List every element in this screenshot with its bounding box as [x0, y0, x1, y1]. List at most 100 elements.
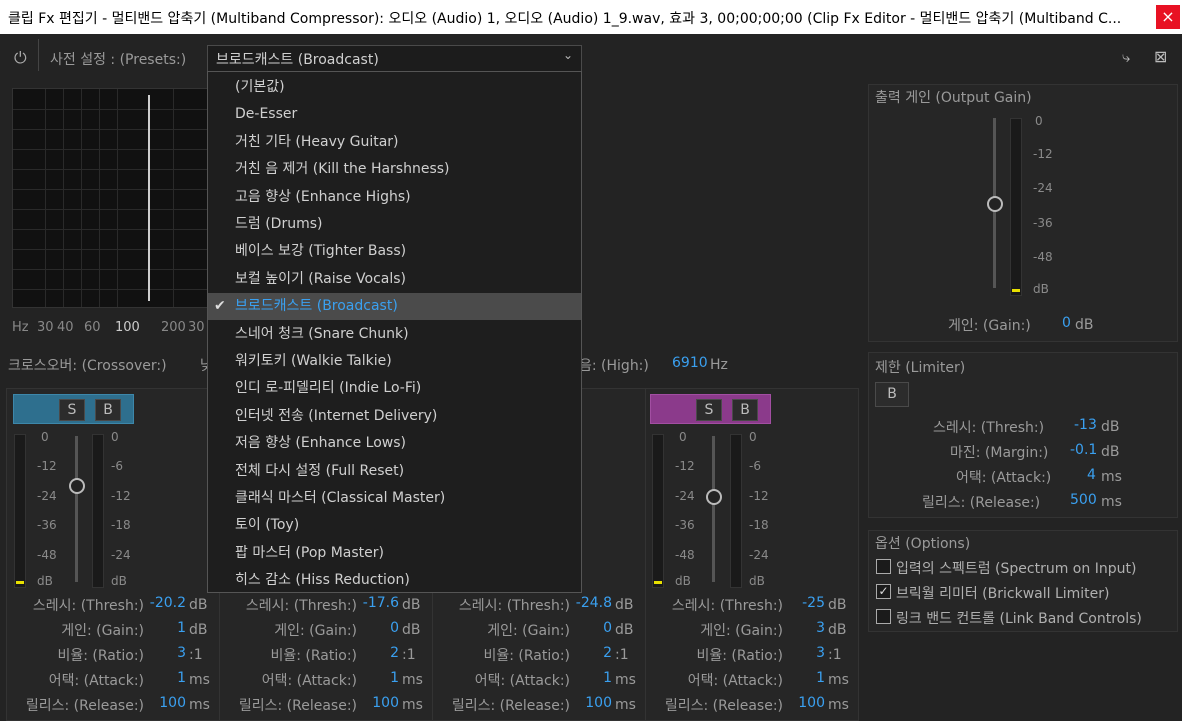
frequency-graph[interactable] — [12, 88, 209, 308]
spectrum-on-input-label[interactable]: 입력의 스펙트럼 (Spectrum on Input) — [896, 558, 1136, 578]
band-1-thresh-label: 스레시: (Thresh:) — [32, 598, 144, 614]
band-4-output-meter — [730, 434, 742, 588]
preset-dropdown-list[interactable]: (기본값) De-Esser 거친 기타 (Heavy Guitar) 거친 음 제거… — [207, 71, 582, 593]
preset-option[interactable]: (기본값) — [208, 74, 581, 101]
band-2-ratio-unit: :1 — [402, 647, 416, 663]
band-4-gain-slider-track[interactable] — [712, 436, 715, 582]
band-1-gain-label: 게인: (Gain:) — [61, 623, 144, 639]
preset-option[interactable]: 클래식 마스터 (Classical Master) — [208, 485, 581, 512]
band-1-ratio-value[interactable]: 3 — [177, 645, 186, 661]
divider — [38, 39, 39, 71]
band-4-release-unit: ms — [828, 697, 849, 713]
brickwall-limiter-label[interactable]: 브릭월 리미터 (Brickwall Limiter) — [896, 583, 1110, 603]
limiter-release-value[interactable]: 500 — [1070, 492, 1097, 508]
preset-option-label: 히스 감소 (Hiss Reduction) — [235, 572, 410, 589]
output-gain-slider-knob[interactable] — [987, 196, 1003, 212]
band-4-ratio-value[interactable]: 3 — [816, 645, 825, 661]
band-1-ratio-unit: :1 — [189, 647, 203, 663]
preset-option[interactable]: 스네어 청크 (Snare Chunk) — [208, 321, 581, 348]
preset-option[interactable]: 거친 음 제거 (Kill the Harshness) — [208, 156, 581, 183]
band-3-release-value[interactable]: 100 — [585, 695, 612, 711]
preset-option[interactable]: 전체 다시 설정 (Full Reset) — [208, 458, 581, 485]
band-1-attack-unit: ms — [189, 672, 210, 688]
band-1-gain-slider-knob[interactable] — [69, 478, 85, 494]
band-4-bypass-button[interactable]: B — [732, 399, 758, 421]
power-icon[interactable]: ⏻ — [14, 48, 27, 68]
preset-option[interactable]: 고음 향상 (Enhance Highs) — [208, 184, 581, 211]
limiter-attack-value[interactable]: 4 — [1087, 467, 1096, 483]
band-1-gain-unit: dB — [189, 622, 208, 638]
band-2-release-label: 릴리스: (Release:) — [238, 698, 357, 714]
link-band-controls-checkbox[interactable] — [876, 609, 891, 624]
band-2-ratio-label: 비율: (Ratio:) — [270, 648, 357, 664]
band-4-solo-button[interactable]: S — [696, 399, 722, 421]
band-1-gain-value[interactable]: 1 — [177, 620, 186, 636]
band-2-attack-value[interactable]: 1 — [390, 670, 399, 686]
band-2-ratio-value[interactable]: 2 — [390, 645, 399, 661]
preset-option[interactable]: 토이 (Toy) — [208, 512, 581, 539]
band-4-ratio-unit: :1 — [828, 647, 842, 663]
crossover-marker[interactable] — [148, 95, 150, 301]
band-1-release-label: 릴리스: (Release:) — [25, 698, 144, 714]
band-3-thresh-value[interactable]: -24.8 — [576, 595, 612, 611]
preset-option[interactable]: 저음 향상 (Enhance Lows) — [208, 430, 581, 457]
band-4-thresh-value[interactable]: -25 — [802, 595, 825, 611]
crossover-high-label: 음: (High:) — [579, 358, 649, 374]
preset-option[interactable]: 보컬 높이기 (Raise Vocals) — [208, 266, 581, 293]
band-4-gain-label: 게인: (Gain:) — [700, 623, 783, 639]
band-1-solo-button[interactable]: S — [59, 399, 85, 421]
band-4-release-value[interactable]: 100 — [798, 695, 825, 711]
band-2-release-value[interactable]: 100 — [372, 695, 399, 711]
band-2-thresh-label: 스레시: (Thresh:) — [245, 598, 357, 614]
preset-option-label: 브로드캐스트 (Broadcast) — [235, 298, 398, 315]
brickwall-limiter-checkbox[interactable]: ✓ — [876, 584, 891, 599]
crossover-high-value[interactable]: 6910 — [672, 355, 708, 371]
preset-option[interactable]: 히스 감소 (Hiss Reduction) — [208, 567, 581, 594]
preset-option[interactable]: 팝 마스터 (Pop Master) — [208, 540, 581, 567]
preset-option[interactable]: 워키토키 (Walkie Talkie) — [208, 348, 581, 375]
band-4-gain-value[interactable]: 3 — [816, 620, 825, 636]
band-4-attack-label: 어택: (Attack:) — [687, 673, 783, 689]
preset-option[interactable]: De-Esser — [208, 101, 581, 128]
preset-option[interactable]: 거친 기타 (Heavy Guitar) — [208, 129, 581, 156]
band-2-gain-value[interactable]: 0 — [390, 620, 399, 636]
band-2-thresh-value[interactable]: -17.6 — [363, 595, 399, 611]
band-3-attack-value[interactable]: 1 — [603, 670, 612, 686]
spectrum-on-input-checkbox[interactable] — [876, 559, 891, 574]
preset-option[interactable]: 인터넷 전송 (Internet Delivery) — [208, 403, 581, 430]
band-1-attack-value[interactable]: 1 — [177, 670, 186, 686]
preset-select[interactable]: 브로드캐스트 (Broadcast) ⌄ — [207, 45, 582, 72]
band-3-gain-value[interactable]: 0 — [603, 620, 612, 636]
band-4-attack-value[interactable]: 1 — [816, 670, 825, 686]
band-1-thresh-unit: dB — [189, 597, 208, 613]
limiter-bypass-button[interactable]: B — [875, 382, 909, 407]
preset-option[interactable]: 인디 로-피델리티 (Indie Lo-Fi) — [208, 375, 581, 402]
band-2-attack-unit: ms — [402, 672, 423, 688]
band-1-release-value[interactable]: 100 — [159, 695, 186, 711]
preset-option-label: De-Esser — [235, 106, 298, 123]
close-window-button[interactable]: × — [1156, 5, 1180, 29]
preset-option[interactable]: ✔ 브로드캐스트 (Broadcast) — [208, 293, 581, 321]
routing-icon[interactable]: ⤷ — [1122, 48, 1130, 66]
output-gain-value[interactable]: 0 — [1062, 315, 1071, 331]
title-bar: 클립 Fx 편집기 - 멀티밴드 압축기 (Multiband Compress… — [0, 0, 1182, 34]
preset-option[interactable]: 드럼 (Drums) — [208, 211, 581, 238]
close-editor-icon[interactable]: ⊠ — [1154, 47, 1167, 66]
limiter-thresh-value[interactable]: -13 — [1074, 417, 1097, 433]
band-3-ratio-value[interactable]: 2 — [603, 645, 612, 661]
band-1-bypass-button[interactable]: B — [95, 399, 121, 421]
band-4-thresh-label: 스레시: (Thresh:) — [671, 598, 783, 614]
band-4-gain-slider-knob[interactable] — [706, 489, 722, 505]
preset-option[interactable]: 베이스 보강 (Tighter Bass) — [208, 238, 581, 265]
preset-option-label: 고음 향상 (Enhance Highs) — [235, 188, 411, 205]
band-1-thresh-value[interactable]: -20.2 — [150, 595, 186, 611]
preset-option-label: 인터넷 전송 (Internet Delivery) — [235, 407, 438, 424]
limiter-margin-value[interactable]: -0.1 — [1070, 442, 1097, 458]
link-band-controls-label[interactable]: 링크 밴드 컨트롤 (Link Band Controls) — [896, 608, 1142, 628]
band-2-gain-unit: dB — [402, 622, 421, 638]
options-title: 옵션 (Options) — [875, 536, 971, 552]
band-1-gain-slider-track[interactable] — [75, 436, 78, 582]
checkmark-icon: ✔ — [214, 298, 226, 315]
output-gain-meter — [1010, 118, 1022, 296]
preset-option-label: 클래식 마스터 (Classical Master) — [235, 490, 446, 506]
